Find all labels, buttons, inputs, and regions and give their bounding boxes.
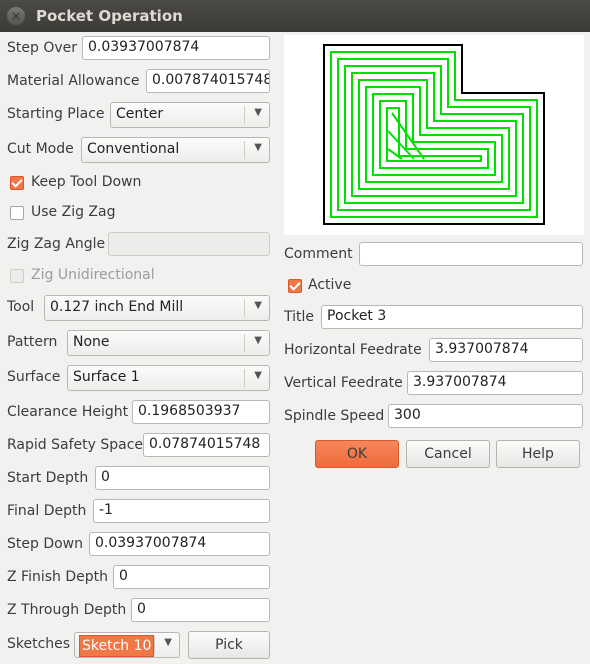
- pattern-label: Pattern: [7, 334, 58, 350]
- use-zig-zag-label: Use Zig Zag: [31, 204, 116, 220]
- step-over-field[interactable]: 0.03937007874: [82, 36, 270, 60]
- z-through-depth-field[interactable]: 0: [131, 598, 270, 622]
- chevron-down-icon: ▼: [164, 637, 172, 648]
- z-finish-depth-label: Z Finish Depth: [7, 569, 108, 585]
- tool-row: Tool 0.127 inch End Mill ▼: [0, 295, 280, 321]
- close-icon[interactable]: ×: [7, 7, 25, 25]
- tool-value: 0.127 inch End Mill: [50, 299, 184, 315]
- z-finish-depth-row: Z Finish Depth 0: [0, 565, 280, 591]
- pattern-row: Pattern None ▼: [0, 330, 280, 356]
- final-depth-field[interactable]: -1: [93, 499, 270, 523]
- vertical-feedrate-row: Vertical Feedrate 3.937007874: [284, 371, 584, 397]
- start-depth-field[interactable]: 0: [95, 466, 270, 490]
- zig-zag-angle-label: Zig Zag Angle: [7, 236, 106, 252]
- cancel-button[interactable]: Cancel: [406, 440, 490, 468]
- cut-mode-combo[interactable]: Conventional ▼: [81, 137, 270, 163]
- start-depth-label: Start Depth: [7, 470, 89, 486]
- step-down-label: Step Down: [7, 536, 83, 552]
- starting-place-combo[interactable]: Center ▼: [110, 102, 270, 128]
- ok-button[interactable]: OK: [315, 440, 399, 468]
- surface-row: Surface Surface 1 ▼: [0, 365, 280, 391]
- z-through-depth-label: Z Through Depth: [7, 602, 127, 618]
- starting-place-value: Center: [116, 106, 164, 122]
- rapid-safety-space-row: Rapid Safety Space 0.07874015748: [0, 433, 280, 459]
- chevron-down-icon: ▼: [254, 335, 262, 346]
- surface-label: Surface: [7, 369, 61, 385]
- step-over-row: Step Over 0.03937007874: [0, 36, 280, 62]
- active-checkbox[interactable]: [288, 279, 302, 293]
- horizontal-feedrate-row: Horizontal Feedrate 3.937007874: [284, 338, 584, 364]
- keep-tool-down-label: Keep Tool Down: [31, 174, 142, 190]
- surface-value: Surface 1: [73, 369, 140, 385]
- sketches-value: Sketch 10: [79, 635, 155, 657]
- starting-place-row: Starting Place Center ▼: [0, 102, 280, 128]
- spindle-speed-row: Spindle Speed 300: [284, 404, 584, 430]
- sketches-label: Sketches: [7, 636, 71, 652]
- final-depth-row: Final Depth -1: [0, 499, 280, 525]
- starting-place-label: Starting Place: [7, 106, 105, 122]
- start-depth-row: Start Depth 0: [0, 466, 280, 492]
- chevron-down-icon: ▼: [254, 107, 262, 118]
- pattern-combo[interactable]: None ▼: [67, 330, 270, 356]
- final-depth-label: Final Depth: [7, 503, 87, 519]
- pick-button[interactable]: Pick: [188, 631, 270, 659]
- spindle-speed-field[interactable]: 300: [388, 404, 583, 428]
- sketches-row: Sketches Sketch 10 ▼ Pick: [0, 631, 280, 659]
- zig-zag-angle-row: Zig Zag Angle: [0, 232, 280, 258]
- step-down-field[interactable]: 0.03937007874: [89, 532, 270, 556]
- chevron-down-icon: ▼: [254, 370, 262, 381]
- comment-row: Comment: [284, 242, 584, 268]
- clearance-height-label: Clearance Height: [7, 404, 129, 420]
- horizontal-feedrate-field[interactable]: 3.937007874: [429, 338, 583, 362]
- horizontal-feedrate-label: Horizontal Feedrate: [284, 342, 422, 358]
- rapid-safety-space-field[interactable]: 0.07874015748: [143, 433, 270, 457]
- keep-tool-down-checkbox[interactable]: [10, 176, 24, 190]
- material-allowance-row: Material Allowance 0.007874015748: [0, 69, 280, 95]
- rapid-safety-space-label: Rapid Safety Space: [7, 437, 144, 453]
- zig-zag-angle-field: [108, 232, 270, 256]
- zig-unidirectional-checkbox: [10, 269, 24, 283]
- combo-separator: [154, 636, 155, 654]
- toolpath-preview: [284, 35, 584, 235]
- combo-separator: [244, 299, 245, 317]
- material-allowance-label: Material Allowance: [7, 73, 140, 89]
- surface-combo[interactable]: Surface 1 ▼: [67, 365, 270, 391]
- combo-separator: [244, 369, 245, 387]
- title-label: Title: [284, 309, 315, 325]
- chevron-down-icon: ▼: [254, 300, 262, 311]
- vertical-feedrate-label: Vertical Feedrate: [284, 375, 403, 391]
- title-bar: × Pocket Operation: [0, 0, 590, 32]
- window-title: Pocket Operation: [36, 7, 183, 25]
- toolpath-offsets: [330, 51, 538, 218]
- z-finish-depth-field[interactable]: 0: [113, 565, 270, 589]
- step-down-row: Step Down 0.03937007874: [0, 532, 280, 558]
- z-through-depth-row: Z Through Depth 0: [0, 598, 280, 624]
- toolpath-preview-canvas: [323, 44, 545, 225]
- chevron-down-icon: ▼: [254, 142, 262, 153]
- sketches-combo[interactable]: Sketch 10 ▼: [74, 632, 180, 658]
- spindle-speed-label: Spindle Speed: [284, 408, 385, 424]
- cut-mode-row: Cut Mode Conventional ▼: [0, 137, 280, 163]
- comment-field[interactable]: [359, 242, 583, 266]
- vertical-feedrate-field[interactable]: 3.937007874: [407, 371, 583, 395]
- combo-separator: [244, 106, 245, 124]
- material-allowance-field[interactable]: 0.007874015748: [146, 69, 270, 93]
- cut-mode-value: Conventional: [87, 141, 180, 157]
- use-zig-zag-checkbox[interactable]: [10, 206, 24, 220]
- help-button[interactable]: Help: [496, 440, 580, 468]
- zig-unidirectional-label: Zig Unidirectional: [31, 267, 155, 283]
- comment-label: Comment: [284, 246, 353, 262]
- cut-mode-label: Cut Mode: [7, 141, 74, 157]
- tool-combo[interactable]: 0.127 inch End Mill ▼: [44, 295, 270, 321]
- title-row: Title Pocket 3: [284, 305, 584, 331]
- pattern-value: None: [73, 334, 110, 350]
- title-field[interactable]: Pocket 3: [321, 305, 583, 329]
- clearance-height-row: Clearance Height 0.1968503937: [0, 400, 280, 426]
- combo-separator: [244, 141, 245, 159]
- active-label: Active: [308, 277, 352, 293]
- step-over-label: Step Over: [7, 40, 77, 56]
- clearance-height-field[interactable]: 0.1968503937: [132, 400, 270, 424]
- combo-separator: [244, 334, 245, 352]
- tool-label: Tool: [7, 299, 35, 315]
